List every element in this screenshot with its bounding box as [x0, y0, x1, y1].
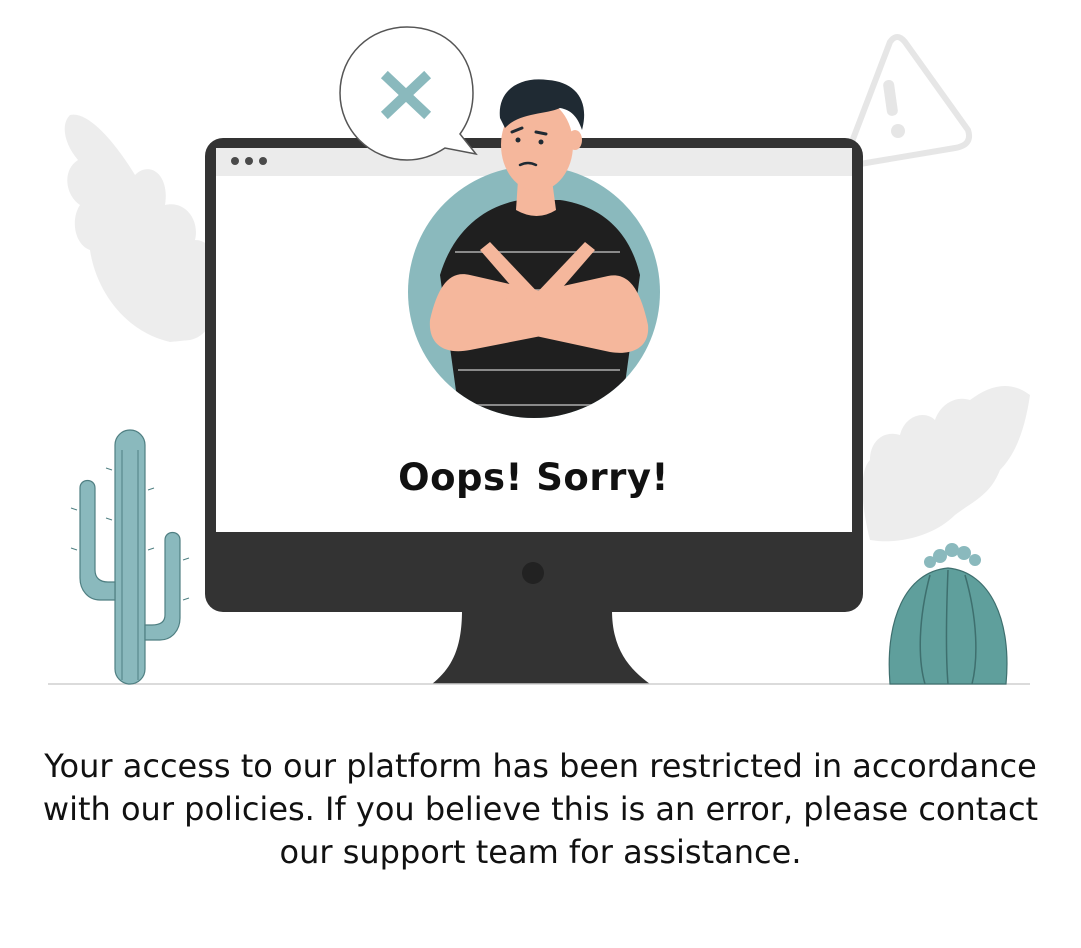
three-dots-icon — [231, 157, 267, 165]
speech-bubble — [339, 26, 478, 161]
restriction-message: Your access to our platform has been res… — [42, 747, 1039, 871]
warning-triangle-icon — [841, 34, 973, 169]
cactus-round — [888, 543, 1008, 685]
error-illustration — [0, 0, 1081, 700]
error-heading: Oops! Sorry! — [398, 456, 669, 499]
leaf-decoration-right — [862, 385, 1030, 542]
cactus-tall — [79, 429, 181, 685]
leaf-decoration-left — [64, 114, 216, 343]
webcam-dot — [522, 562, 544, 584]
